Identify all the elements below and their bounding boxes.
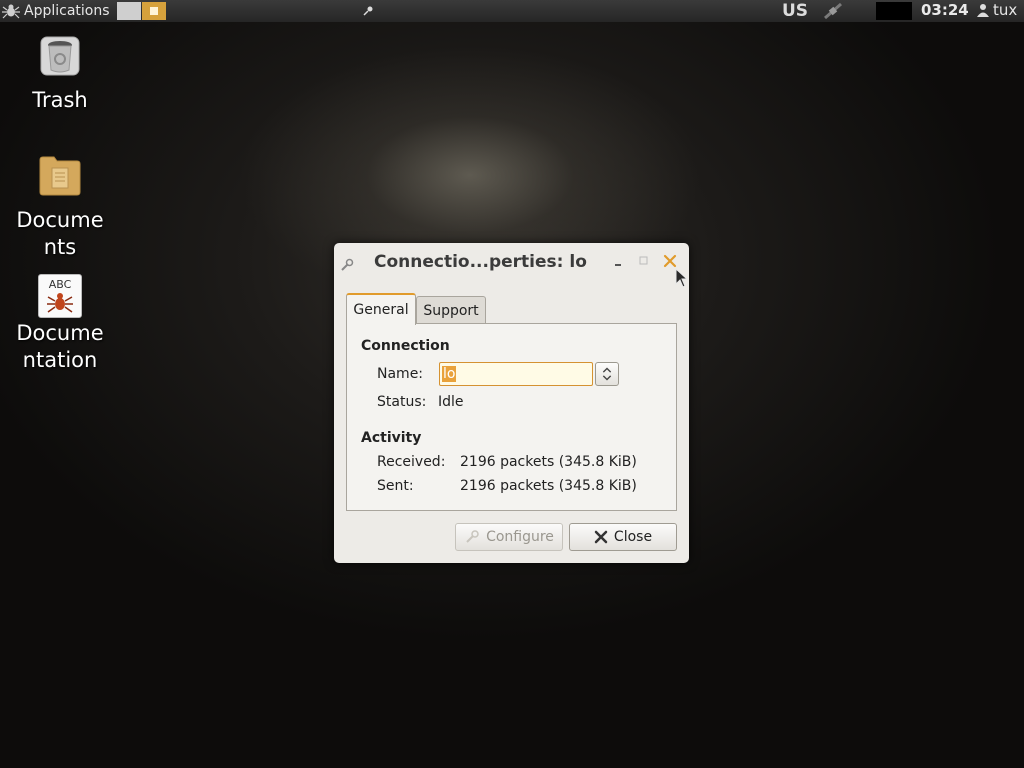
close-x-icon (594, 530, 608, 544)
close-label: Close (613, 529, 653, 545)
workspace-2[interactable] (142, 2, 166, 20)
close-icon[interactable] (662, 253, 678, 269)
documentation-label-line2: ntation (22, 348, 98, 372)
clock[interactable]: 03:24 (921, 1, 969, 19)
tab-support[interactable]: Support (416, 296, 486, 323)
received-value: 2196 packets (345.8 KiB) (460, 454, 637, 470)
user-menu[interactable]: tux (976, 1, 1017, 19)
folder-icon (39, 156, 81, 196)
pin-icon[interactable] (362, 5, 374, 17)
sent-value: 2196 packets (345.8 KiB) (460, 478, 637, 494)
dialog-titlebar[interactable]: Connectio...perties: lo (334, 243, 689, 281)
network-icon[interactable] (822, 2, 844, 20)
maximize-icon[interactable] (637, 254, 651, 268)
spider-icon (47, 293, 73, 313)
wrench-icon (341, 258, 354, 271)
general-tab-panel: Connection Name: lo Status: Idle Activit… (346, 323, 677, 511)
minimize-icon[interactable] (612, 254, 626, 268)
documentation-label-line1: Docume (16, 321, 104, 345)
spin-arrows-icon[interactable] (595, 362, 619, 386)
received-label: Received: (377, 454, 446, 470)
desktop-icon-trash[interactable]: Trash (5, 34, 115, 114)
dialog-title: Connectio...perties: lo (374, 252, 587, 272)
name-field[interactable]: lo (439, 362, 593, 386)
keyboard-layout-indicator[interactable]: US (782, 1, 808, 21)
user-icon (977, 4, 989, 17)
workspace-window-marker (150, 7, 158, 15)
documents-label-line2: nts (43, 235, 77, 259)
trash-icon (40, 36, 80, 76)
close-button[interactable]: Close (569, 523, 677, 551)
activity-heading: Activity (361, 430, 422, 446)
applications-menu[interactable]: Applications (2, 0, 110, 22)
name-label: Name: (377, 366, 424, 382)
trash-label: Trash (32, 88, 88, 112)
desktop-icon-documents[interactable]: Docume nts (5, 154, 115, 261)
documents-label-line1: Docume (16, 208, 104, 232)
spider-logo-icon (2, 4, 20, 19)
status-value: Idle (438, 394, 464, 410)
workspace-1[interactable] (117, 2, 141, 20)
configure-label: Configure (486, 529, 554, 545)
tab-general[interactable]: General (346, 293, 416, 325)
connection-properties-dialog: Connectio...perties: lo General Support … (334, 243, 689, 563)
connection-heading: Connection (361, 338, 450, 354)
status-label: Status: (377, 394, 427, 410)
applications-label: Applications (24, 3, 110, 19)
user-name: tux (993, 1, 1018, 19)
mouse-cursor-icon (675, 268, 689, 288)
doc-badge: ABC (48, 278, 72, 291)
top-panel: Applications US 03:24 tux (0, 0, 1024, 22)
sent-label: Sent: (377, 478, 414, 494)
desktop-icon-documentation[interactable]: ABC Docume ntation (5, 274, 115, 374)
system-tray-area (876, 2, 912, 20)
name-field-value: lo (442, 366, 457, 382)
spider-doc-icon: ABC (38, 274, 82, 318)
configure-icon (466, 530, 479, 543)
configure-button[interactable]: Configure (455, 523, 563, 551)
